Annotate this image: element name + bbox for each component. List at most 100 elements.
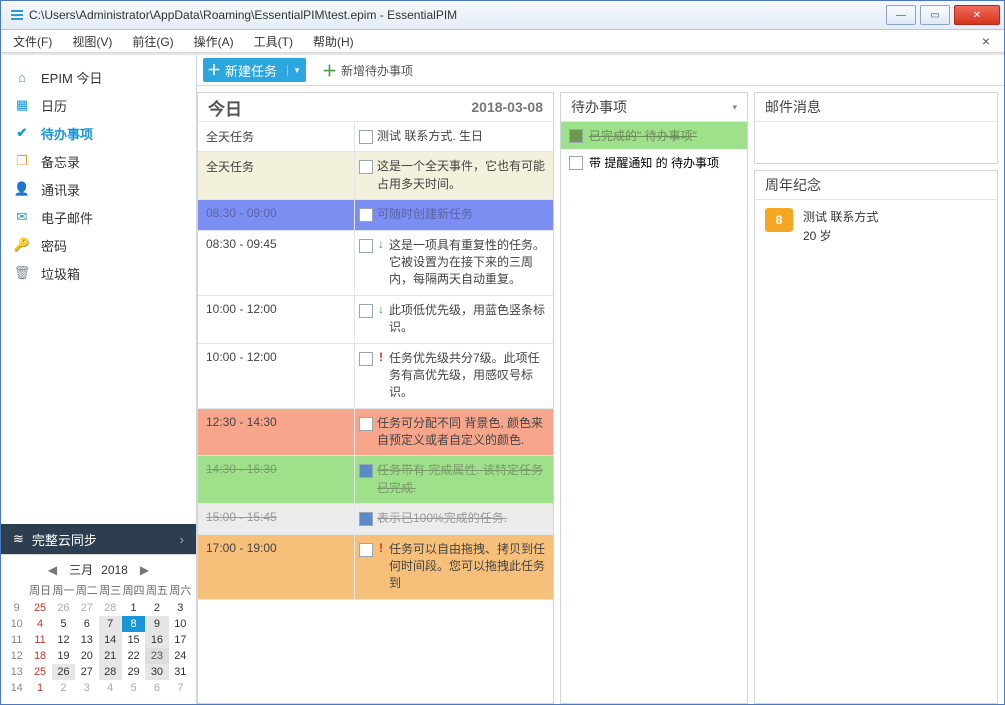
checkbox[interactable] xyxy=(359,417,373,431)
calendar-day[interactable]: 26 xyxy=(52,600,75,616)
nav-trash[interactable]: 🗑垃圾箱 xyxy=(1,259,196,287)
calendar-day[interactable]: 4 xyxy=(99,680,122,696)
calendar-day[interactable]: 19 xyxy=(52,648,75,664)
calendar-day[interactable]: 7 xyxy=(99,616,122,632)
calendar-day[interactable]: 3 xyxy=(169,600,192,616)
today-row[interactable]: 17:00 - 19:00!任务可以自由拖拽、拷贝到任何时间段。您可以拖拽此任务… xyxy=(198,535,553,600)
nav-passwords[interactable]: 🔑密码 xyxy=(1,231,196,259)
nav-contacts[interactable]: 👤通讯录 xyxy=(1,175,196,203)
calendar-day[interactable]: 31 xyxy=(169,664,192,680)
checkbox[interactable] xyxy=(359,160,373,174)
today-row[interactable]: 10:00 - 12:00↓此项低优先级，用蓝色竖条标识。 xyxy=(198,296,553,344)
calendar-day[interactable]: 25 xyxy=(28,600,51,616)
calendar-day[interactable]: 2 xyxy=(52,680,75,696)
minimize-button[interactable]: — xyxy=(886,5,916,25)
calendar-day[interactable]: 3 xyxy=(75,680,98,696)
checkbox[interactable] xyxy=(569,129,583,143)
checkbox[interactable] xyxy=(359,304,373,318)
todo-item[interactable]: 已完成的" 待办事项" xyxy=(561,122,747,149)
minical-year: 2018 xyxy=(101,563,128,577)
menu-file[interactable]: 文件(F) xyxy=(7,31,58,52)
calendar-day[interactable]: 1 xyxy=(28,680,51,696)
mail-panel: 邮件消息 xyxy=(754,92,998,164)
calendar-day[interactable]: 25 xyxy=(28,664,51,680)
calendar-day[interactable]: 9 xyxy=(145,616,168,632)
menu-help[interactable]: 帮助(H) xyxy=(307,31,360,52)
nav-notes[interactable]: ❐备忘录 xyxy=(1,147,196,175)
calendar-day[interactable]: 26 xyxy=(52,664,75,680)
checkbox[interactable] xyxy=(359,352,373,366)
calendar-day[interactable]: 10 xyxy=(169,616,192,632)
priority-icon: ↓ xyxy=(377,302,385,316)
calendar-day[interactable]: 27 xyxy=(75,600,98,616)
week-number: 13 xyxy=(5,664,28,680)
calendar-day[interactable]: 15 xyxy=(122,632,145,648)
today-row[interactable]: 15:00 - 15:45表示已100%完成的任务. xyxy=(198,504,553,534)
today-row[interactable]: 08:30 - 09:00可随时创建新任务 xyxy=(198,200,553,230)
right-column: 邮件消息 周年纪念 8 测试 联系方式 20 岁 xyxy=(754,92,998,704)
checkbox[interactable] xyxy=(359,130,373,144)
menu-action[interactable]: 操作(A) xyxy=(188,31,240,52)
new-task-button[interactable]: ＋ 新建任务 ▾ xyxy=(203,58,306,82)
calendar-day[interactable]: 2 xyxy=(145,600,168,616)
nav-label: 备忘录 xyxy=(41,152,80,171)
next-month-button[interactable]: ▶ xyxy=(136,563,153,577)
calendar-day[interactable]: 7 xyxy=(169,680,192,696)
checkbox[interactable] xyxy=(359,512,373,526)
calendar-day[interactable]: 6 xyxy=(75,616,98,632)
dropdown-icon[interactable]: ▾ xyxy=(287,65,306,76)
checkbox[interactable] xyxy=(359,208,373,222)
menu-tools[interactable]: 工具(T) xyxy=(248,31,299,52)
cloud-sync-bar[interactable]: ≋ 完整云同步 › xyxy=(1,524,196,554)
calendar-day[interactable]: 21 xyxy=(99,648,122,664)
menu-goto[interactable]: 前往(G) xyxy=(126,31,179,52)
calendar-day[interactable]: 14 xyxy=(99,632,122,648)
calendar-day[interactable]: 12 xyxy=(52,632,75,648)
calendar-day[interactable]: 18 xyxy=(28,648,51,664)
close-button[interactable]: ✕ xyxy=(954,5,1000,25)
calendar-day[interactable]: 8 xyxy=(122,616,145,632)
calendar-day[interactable]: 16 xyxy=(145,632,168,648)
today-row[interactable]: 全天任务测试 联系方式. 生日 xyxy=(198,122,553,152)
calendar-day[interactable]: 17 xyxy=(169,632,192,648)
today-row[interactable]: 全天任务这是一个全天事件，它也有可能占用多天时间。 xyxy=(198,152,553,200)
calendar-day[interactable]: 24 xyxy=(169,648,192,664)
calendar-day[interactable]: 5 xyxy=(122,680,145,696)
dropdown-icon[interactable]: ▾ xyxy=(732,102,737,113)
calendar-day[interactable]: 4 xyxy=(28,616,51,632)
todo-item[interactable]: 带 提醒通知 的 待办事项 xyxy=(561,149,747,176)
calendar-day[interactable]: 20 xyxy=(75,648,98,664)
calendar-day[interactable]: 29 xyxy=(122,664,145,680)
sidebar: ⌂EPIM 今日 ▦日历 ✔待办事项 ❐备忘录 👤通讯录 ✉电子邮件 🔑密码 🗑… xyxy=(1,55,197,704)
new-todo-button[interactable]: ＋ 新增待办事项 xyxy=(316,58,419,82)
nav-todo[interactable]: ✔待办事项 xyxy=(1,119,196,147)
maximize-button[interactable]: ▭ xyxy=(920,5,950,25)
calendar-day[interactable]: 28 xyxy=(99,664,122,680)
today-row[interactable]: 08:30 - 09:45↓这是一项具有重复性的任务。它被设置为在接下来的三周内… xyxy=(198,231,553,296)
menu-view[interactable]: 视图(V) xyxy=(66,31,118,52)
checkbox[interactable] xyxy=(359,543,373,557)
calendar-day[interactable]: 11 xyxy=(28,632,51,648)
menubar-close-icon[interactable]: × xyxy=(976,31,996,51)
today-row[interactable]: 10:00 - 12:00!任务优先级共分7级。此项任务有高优先级，用感叹号标识… xyxy=(198,344,553,409)
calendar-day[interactable]: 23 xyxy=(145,648,168,664)
nav-epim-today[interactable]: ⌂EPIM 今日 xyxy=(1,63,196,91)
calendar-day[interactable]: 6 xyxy=(145,680,168,696)
calendar-day[interactable]: 5 xyxy=(52,616,75,632)
calendar-day[interactable]: 30 xyxy=(145,664,168,680)
checkbox[interactable] xyxy=(359,239,373,253)
calendar-day[interactable]: 22 xyxy=(122,648,145,664)
todo-list: 已完成的" 待办事项"带 提醒通知 的 待办事项 xyxy=(561,122,747,703)
calendar-day[interactable]: 1 xyxy=(122,600,145,616)
checkbox[interactable] xyxy=(569,156,583,170)
prev-month-button[interactable]: ◀ xyxy=(44,563,61,577)
nav-calendar[interactable]: ▦日历 xyxy=(1,91,196,119)
checkbox[interactable] xyxy=(359,464,373,478)
nav-mail[interactable]: ✉电子邮件 xyxy=(1,203,196,231)
calendar-day[interactable]: 13 xyxy=(75,632,98,648)
today-row[interactable]: 14:30 - 16:30任务带有 完成属性. 该特定任务已完成. xyxy=(198,456,553,504)
key-icon: 🔑 xyxy=(13,236,31,254)
calendar-day[interactable]: 28 xyxy=(99,600,122,616)
calendar-day[interactable]: 27 xyxy=(75,664,98,680)
today-row[interactable]: 12:30 - 14:30任务可分配不同 背景色, 颜色来自预定义或者自定义的颜… xyxy=(198,409,553,457)
